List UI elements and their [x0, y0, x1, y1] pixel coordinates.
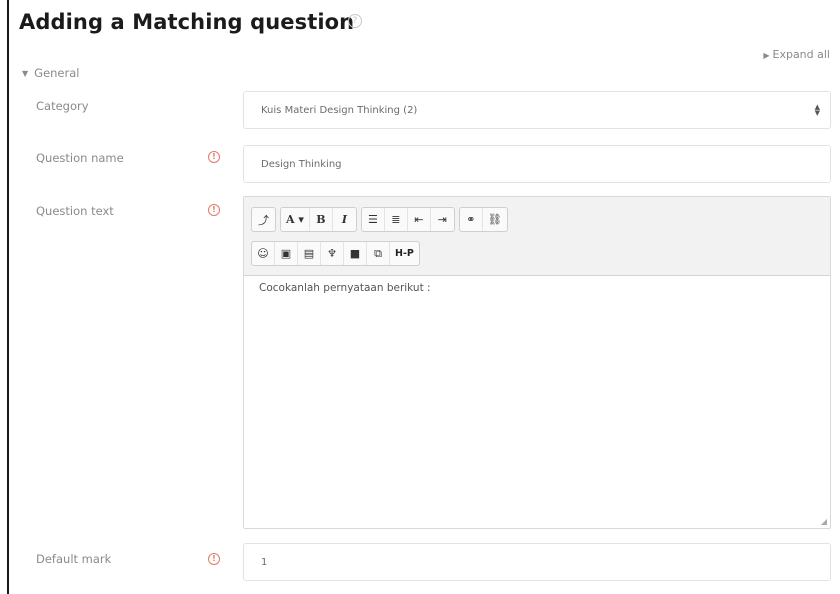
record-audio-icon[interactable]: ♆: [321, 242, 344, 265]
toolbar-group-lists: ☰ ≣ ⇤ ⇥: [360, 207, 455, 232]
caret-down-icon: ▼: [22, 69, 29, 78]
default-mark-value: 1: [261, 557, 268, 568]
toolbar-group-toggle: ⤴: [251, 207, 276, 232]
select-arrows-icon: ▲ ▼: [814, 103, 820, 117]
default-mark-label: Default mark: [36, 552, 112, 566]
question-circle-icon[interactable]: ?: [348, 14, 362, 28]
unlink-icon[interactable]: ⛓: [483, 208, 507, 231]
unordered-list-icon[interactable]: ☰: [362, 208, 385, 231]
required-exclamation-icon: !: [208, 553, 220, 565]
resize-handle-icon[interactable]: ◢: [821, 517, 827, 526]
required-exclamation-icon: !: [208, 151, 220, 163]
toolbar-group-insert: ☺ ▣ ▤ ♆ ■ ⧉ H-P: [251, 241, 420, 266]
question-text-label: Question text: [36, 204, 114, 218]
category-select-value: Kuis Materi Design Thinking (2): [261, 105, 418, 116]
emoticon-icon[interactable]: ☺: [252, 242, 275, 265]
expand-all-label: Expand all: [772, 48, 831, 61]
outdent-icon[interactable]: ⇤: [408, 208, 431, 231]
category-select[interactable]: Kuis Materi Design Thinking (2) ▲ ▼: [243, 91, 831, 129]
page-title: Adding a Matching question: [19, 10, 355, 34]
bold-icon[interactable]: B: [310, 208, 333, 231]
manage-files-icon[interactable]: ⧉: [367, 242, 390, 265]
required-exclamation-icon: !: [208, 204, 220, 216]
toolbar-group-format: A ▾ B I: [280, 207, 357, 232]
question-name-value: Design Thinking: [261, 159, 342, 170]
question-name-label: Question name: [36, 151, 124, 165]
ordered-list-icon[interactable]: ≣: [385, 208, 408, 231]
expand-all-link[interactable]: ▶ Expand all: [763, 48, 830, 61]
toolbar-toggle-icon[interactable]: ⤴: [252, 208, 275, 231]
editor-toolbar: ⤴ A ▾ B I ☰ ≣ ⇤ ⇥ ⚭ ⛓ ☺ ▣ ▤ ♆ ■ ⧉ H-P: [244, 197, 830, 276]
indent-icon[interactable]: ⇥: [431, 208, 454, 231]
question-text-value: Cocokanlah pernyataan berikut :: [259, 282, 431, 294]
italic-icon[interactable]: I: [333, 208, 356, 231]
editor-content-area[interactable]: Cocokanlah pernyataan berikut :: [244, 276, 830, 300]
caret-right-icon: ▶: [763, 51, 770, 60]
question-form-page: Adding a Matching question ? ▶ Expand all…: [7, 0, 840, 594]
section-general-label: General: [34, 66, 80, 80]
question-text-editor[interactable]: ⤴ A ▾ B I ☰ ≣ ⇤ ⇥ ⚭ ⛓ ☺ ▣ ▤ ♆ ■ ⧉ H-P Co…: [243, 196, 831, 529]
category-label: Category: [36, 99, 89, 113]
default-mark-input[interactable]: 1: [243, 543, 831, 581]
question-name-input[interactable]: Design Thinking: [243, 145, 831, 183]
section-general-toggle[interactable]: ▼ General: [22, 66, 79, 80]
font-style-icon[interactable]: A ▾: [281, 208, 310, 231]
toolbar-group-links: ⚭ ⛓: [458, 207, 508, 232]
record-video-icon[interactable]: ■: [344, 242, 367, 265]
link-icon[interactable]: ⚭: [460, 208, 483, 231]
h5p-icon[interactable]: H-P: [390, 242, 419, 265]
media-icon[interactable]: ▤: [298, 242, 321, 265]
image-icon[interactable]: ▣: [275, 242, 298, 265]
